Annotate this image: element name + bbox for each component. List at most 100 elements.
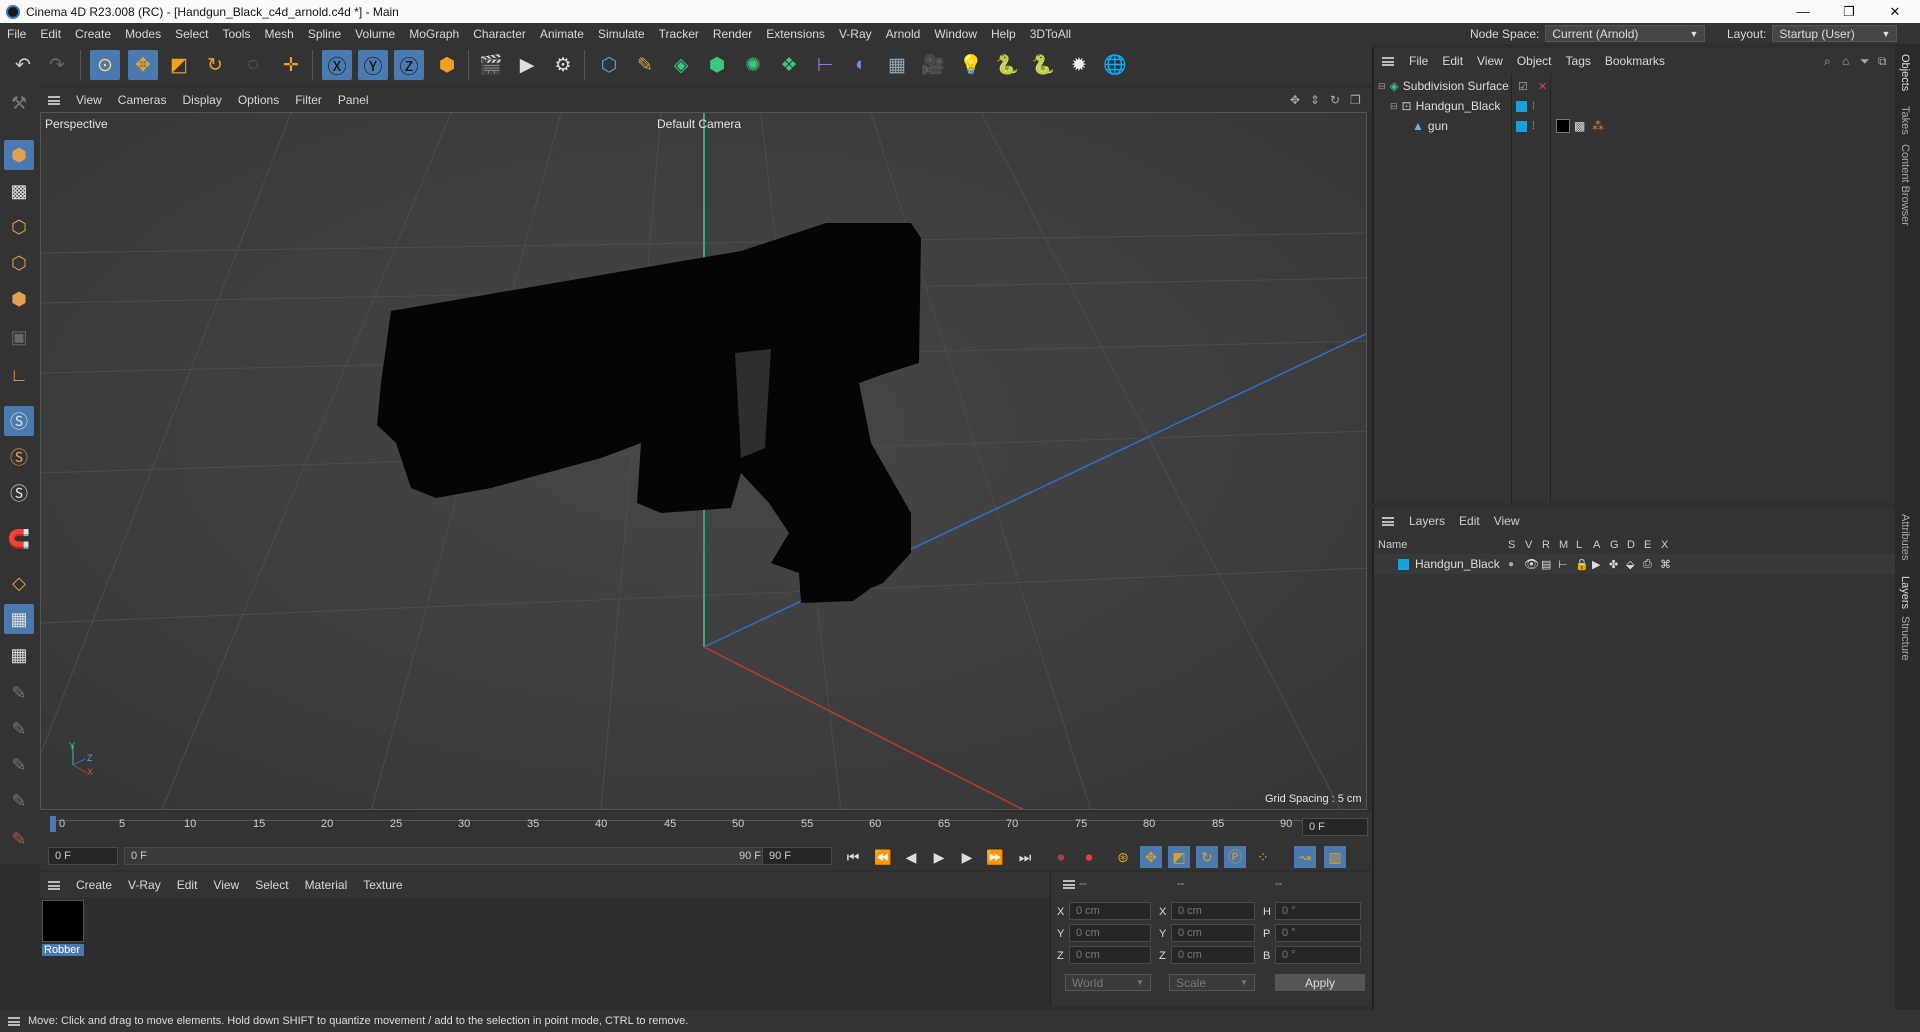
recent-tool-icon[interactable]: ◌ [238,50,268,80]
column-generators[interactable]: G [1610,539,1619,551]
object-menu-view[interactable]: View [1470,54,1510,68]
edges-mode-icon[interactable]: ⬡ [4,248,34,278]
array-generator-icon[interactable]: ✺ [738,50,768,80]
column-xref[interactable]: X [1661,539,1668,551]
viewport-nav-move-icon[interactable]: ✥ [1290,93,1300,107]
keyframe-selection-icon[interactable]: ⊛ [1112,846,1134,868]
viewport-menu-options[interactable]: Options [230,93,287,107]
rotate-tool-icon[interactable]: ↻ [200,50,230,80]
key-pla-icon[interactable]: ⁘ [1252,846,1274,868]
layer-menu-layers[interactable]: Layers [1402,514,1452,528]
object-menu-object[interactable]: Object [1510,54,1559,68]
timeline-ruler[interactable]: 0 5 10 15 20 25 30 35 40 45 50 55 60 65 … [40,812,1372,842]
apply-button[interactable]: Apply [1275,974,1365,991]
pos-x-field[interactable]: 0 cm [1069,902,1151,920]
cloner-icon[interactable]: ❖ [774,50,804,80]
lock-icon[interactable]: 🔒 [1575,558,1589,571]
viewport-menu-filter[interactable]: Filter [287,93,330,107]
layer-color-icon[interactable] [1516,100,1527,112]
texture-mode-icon[interactable]: ▩ [4,176,34,206]
menu-select[interactable]: Select [168,27,215,41]
size-z-field[interactable]: 0 cm [1171,946,1255,964]
material-swatch-robber[interactable]: Robber [42,900,84,958]
material-menu-select[interactable]: Select [247,878,296,892]
tab-objects[interactable]: Objects [1899,54,1911,91]
menu-simulate[interactable]: Simulate [591,27,652,41]
pen-spline-icon[interactable]: ✎ [630,50,660,80]
camera-icon[interactable]: 🎥 [918,50,948,80]
arnold-render-icon[interactable]: ✹ [1064,50,1094,80]
size-y-field[interactable]: 0 cm [1171,924,1255,942]
brush-icon[interactable]: ✎ [4,678,34,708]
material-menu-vray[interactable]: V-Ray [120,878,169,892]
snap-icon[interactable]: 🧲 [4,524,34,554]
redo-icon[interactable]: ↷ [42,50,72,80]
material-menu-view[interactable]: View [205,878,247,892]
column-deformers[interactable]: D [1627,539,1635,551]
pos-z-field[interactable]: 0 cm [1069,946,1151,964]
column-locked[interactable]: L [1576,539,1582,551]
motion-path-icon[interactable]: ↝ [1294,846,1316,868]
key-position-icon[interactable]: ✥ [1140,846,1162,868]
next-frame-icon[interactable]: ▶ [956,846,978,868]
end-frame-field[interactable]: 90 F [762,847,832,865]
record-icon[interactable]: ⏺ [1050,846,1072,868]
previous-key-icon[interactable]: ⏪ [872,846,894,868]
filter-icon[interactable]: ⏷ [1860,54,1870,69]
render-icon[interactable]: ▤ [1541,558,1551,571]
column-manager[interactable]: M [1559,539,1568,551]
locked-workplane-icon[interactable]: ▦ [4,640,34,670]
disable-generator-icon[interactable]: ✕ [1538,80,1547,93]
z-axis-lock-icon[interactable]: Ⓩ [394,50,424,80]
polygons-mode-icon[interactable]: ⬢ [4,284,34,314]
move-tool-icon[interactable]: ✥ [128,50,158,80]
extrude-generator-icon[interactable]: ⬢ [702,50,732,80]
layer-menu-view[interactable]: View [1487,514,1527,528]
menu-character[interactable]: Character [466,27,533,41]
viewport-nav-rotate-icon[interactable]: ↻ [1330,93,1340,107]
expand-toggle-icon[interactable]: ⊟ [1390,101,1398,112]
manager-icon[interactable]: ⊢ [1558,558,1568,571]
close-button[interactable]: ✕ [1872,0,1918,23]
weight-icon[interactable]: ✎ [4,786,34,816]
start-frame-field[interactable]: 0 F [48,847,118,865]
deformer-icon[interactable]: ⬙ [1626,558,1634,571]
python-script-icon[interactable]: 🐍 [1028,50,1058,80]
timeline-window-icon[interactable]: ▥ [1324,846,1346,868]
hamburger-icon[interactable] [1382,516,1394,526]
node-space-dropdown[interactable]: Current (Arnold) ▼ [1545,25,1706,42]
frame-range-slider[interactable]: 0 F 90 F [124,847,784,865]
model-mode-icon[interactable]: ⬢ [4,140,34,170]
tab-structure[interactable]: Structure [1899,616,1911,661]
hamburger-icon[interactable] [48,880,60,890]
expression-icon[interactable]: ⎙ [1643,558,1652,571]
object-row-handgun-black[interactable]: ⊟ ⊡ Handgun_Black ⁞ [1374,96,1897,116]
coordinate-system-icon[interactable]: ⬢ [432,50,462,80]
menu-spline[interactable]: Spline [301,27,348,41]
uv-mode-icon[interactable]: ▣ [4,322,34,352]
rot-h-field[interactable]: 0 ° [1275,902,1361,920]
field-icon[interactable]: ◐ [846,50,876,80]
menu-file[interactable]: File [0,27,33,41]
new-view-icon[interactable]: ⧉ [1878,54,1887,69]
key-scale-icon[interactable]: ◩ [1168,846,1190,868]
column-view[interactable]: V [1525,539,1532,551]
python-icon[interactable]: 🐍 [992,50,1022,80]
tab-takes[interactable]: Takes [1899,106,1911,135]
material-menu-texture[interactable]: Texture [355,878,410,892]
previous-frame-icon[interactable]: ◀ [900,846,922,868]
menu-render[interactable]: Render [706,27,759,41]
knife-icon[interactable]: ✎ [4,824,34,854]
material-menu-create[interactable]: Create [68,878,120,892]
menu-3dtoall[interactable]: 3DToAll [1023,27,1078,41]
paint-icon[interactable]: ✎ [4,714,34,744]
pos-y-field[interactable]: 0 cm [1069,924,1151,942]
layer-row-handgun-black[interactable]: Handgun_Black ● 👁 ▤ ⊢ 🔒 ▶ ✤ ⬙ ⎙ ⌘ [1374,554,1897,574]
object-menu-file[interactable]: File [1402,54,1435,68]
solo-hierarchy-icon[interactable]: Ⓢ [4,442,34,472]
layout-dropdown[interactable]: Startup (User) ▼ [1772,25,1898,42]
menu-modes[interactable]: Modes [118,27,168,41]
auto-key-icon[interactable]: ⏺ [1078,846,1100,868]
grid-icon[interactable]: ▦ [4,604,34,634]
object-row-subdivision[interactable]: ⊟ ◈ Subdivision Surface ☑ ✕ [1374,76,1897,96]
